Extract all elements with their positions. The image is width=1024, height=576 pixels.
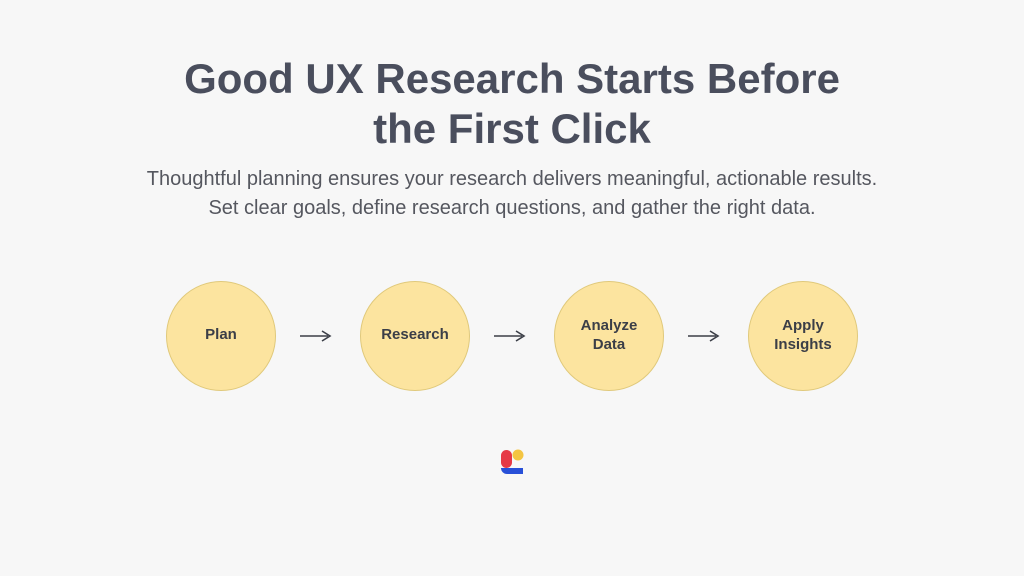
step-plan: Plan bbox=[166, 281, 276, 391]
brand-logo bbox=[497, 447, 527, 477]
step-analyze-data: Analyze Data bbox=[554, 281, 664, 391]
arrow-icon bbox=[298, 329, 338, 343]
step-apply-insights: Apply Insights bbox=[748, 281, 858, 391]
step-research: Research bbox=[360, 281, 470, 391]
step-label: Analyze Data bbox=[565, 317, 653, 355]
process-flow: Plan Research Analyze Data Apply Insight… bbox=[166, 281, 858, 391]
page-subtitle: Thoughtful planning ensures your researc… bbox=[142, 165, 882, 223]
step-label: Plan bbox=[205, 326, 237, 345]
step-label: Research bbox=[381, 326, 449, 345]
arrow-icon bbox=[686, 329, 726, 343]
arrow-icon bbox=[492, 329, 532, 343]
logo-icon bbox=[497, 447, 527, 477]
step-label: Apply Insights bbox=[759, 317, 847, 355]
page-title: Good UX Research Starts Before the First… bbox=[152, 54, 872, 155]
